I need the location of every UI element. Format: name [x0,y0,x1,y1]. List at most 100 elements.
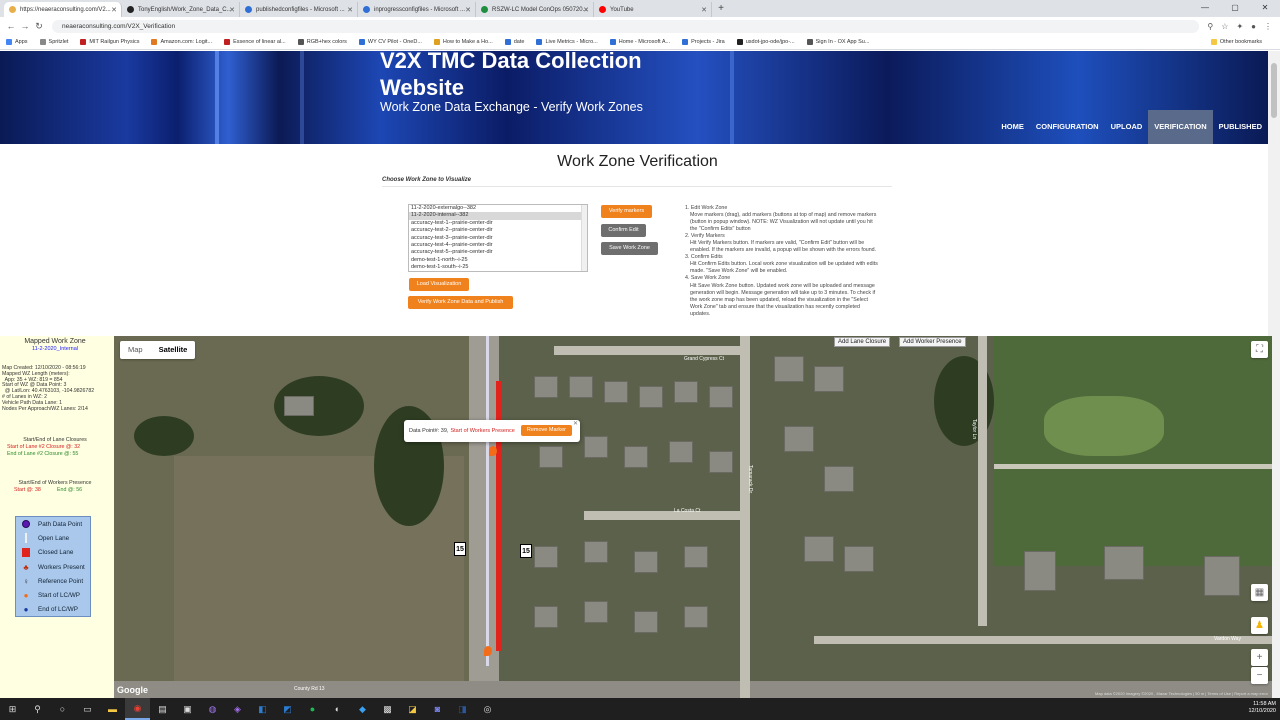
confirm-edit-button[interactable]: Confirm Edit [601,224,646,237]
bookmark-item[interactable]: Sign In - OX App Su... [806,39,870,45]
menu-icon[interactable]: ⋮ [1264,22,1272,31]
teams-icon[interactable]: ◙ [425,698,450,720]
close-icon[interactable]: ✕ [465,6,471,14]
new-tab-icon[interactable]: + [712,2,730,17]
close-icon[interactable]: ✕ [583,6,589,14]
map-type-satellite-button[interactable]: Satellite [151,341,196,359]
windows-start-icon[interactable]: ⊞ [0,698,25,720]
close-icon[interactable]: ✕ [701,6,707,14]
work-zone-option[interactable]: 11-2-2020-internal--382 [409,212,587,220]
browser-tab[interactable]: TonyEnglish/Work_Zone_Data_C... ✕ [122,2,240,17]
work-zone-option[interactable]: accuracy-test-3--prairie-center-dir [409,235,587,242]
file-explorer-icon[interactable]: ▬ [100,698,125,720]
bookmark-item[interactable]: Live Metrics - Micro... [536,39,598,45]
browser-tab[interactable]: publishedconfigfiles - Microsoft ... ✕ [240,2,358,17]
instruction-step-text: Hit Save Work Zone button. Updated work … [690,282,876,317]
nav-upload[interactable]: UPLOAD [1105,110,1149,144]
verify-publish-button[interactable]: Verify Work Zone Data and Publish [408,296,513,309]
vscode-icon[interactable]: ◆ [350,698,375,720]
search-icon[interactable]: ⚲ [25,698,50,720]
work-zone-option[interactable]: 11-2-2020-externalgo--382 [409,205,587,212]
cortana-icon[interactable]: ○ [50,698,75,720]
close-icon[interactable]: ✕ [347,6,353,14]
end-marker[interactable] [484,646,492,656]
word-icon[interactable]: ◨ [450,698,475,720]
app-icon[interactable]: ▩ [375,698,400,720]
work-zone-option[interactable]: demo-test-1-south--i-25 [409,264,587,271]
bookmark-item[interactable]: date [504,39,524,45]
map-type-map-button[interactable]: Map [120,341,151,359]
browser-tab[interactable]: https://neaeraconsulting.com/V2... ✕ [4,2,122,17]
spotify-icon[interactable]: ● [300,698,325,720]
maximize-icon[interactable]: ▢ [1220,0,1250,16]
work-zone-option[interactable]: accuracy-test-1--prairie-center-dir [409,220,587,227]
fullscreen-icon[interactable]: ⛶ [1251,341,1268,358]
browser-tab[interactable]: YouTube ✕ [594,2,712,17]
bookmark-item[interactable]: Projects - Jira [682,39,725,45]
nav-verification[interactable]: VERIFICATION [1148,110,1213,144]
nav-configuration[interactable]: CONFIGURATION [1030,110,1105,144]
close-icon[interactable]: ✕ [229,6,235,14]
close-icon[interactable]: ✕ [573,420,578,427]
bookmark-item[interactable]: Amazon.com: Logit... [151,39,212,45]
start-marker[interactable] [489,446,497,456]
route-shield: 15 [454,542,466,556]
close-icon[interactable]: ✕ [111,6,117,14]
zoom-out-icon[interactable]: − [1251,667,1268,684]
work-zone-option[interactable]: accuracy-test-5--prairie-center-dir [409,249,587,256]
app-icon[interactable]: ◍ [200,698,225,720]
satellite-map[interactable]: 15 15 Grand Cypress Ct La Costa Ct Tamar… [114,336,1272,698]
chrome-icon[interactable]: ◉ [125,698,150,720]
app-icon[interactable]: ◪ [400,698,425,720]
visual-studio-icon[interactable]: ◈ [225,698,250,720]
url-field[interactable]: neaeraconsulting.com/V2X_Verification [52,19,1200,33]
close-window-icon[interactable]: ✕ [1250,0,1280,16]
work-zone-list[interactable]: 11-2-2020-externalgo--382 11-2-2020-inter… [408,204,588,272]
work-zone-option[interactable]: accuracy-test-2--prairie-center-dir [409,227,587,234]
app-icon[interactable]: ◎ [475,698,500,720]
star-icon[interactable]: ☆ [1221,22,1228,31]
work-zone-option[interactable]: accuracy-test-4--prairie-center-dir [409,242,587,249]
browser-tab[interactable]: RSZW-LC Model ConOps 050720... ✕ [476,2,594,17]
add-worker-presence-button[interactable]: Add Worker Presence [899,337,966,347]
forward-icon[interactable]: → [18,21,32,31]
app-icon[interactable]: ▣ [175,698,200,720]
work-zone-option[interactable]: demo-test-1-north--i-25 [409,257,587,264]
verify-markers-button[interactable]: Verify markers [601,205,652,218]
bookmark-item[interactable]: MIT Railgun Physics [80,39,139,45]
bookmark-item[interactable]: RGB+hex colors [297,39,347,45]
app-icon[interactable]: ▤ [150,698,175,720]
reload-icon[interactable]: ↻ [32,21,46,32]
nav-published[interactable]: PUBLISHED [1213,110,1268,144]
bookmark-item[interactable]: Spritzlet [39,39,68,45]
bookmark-item[interactable]: How to Make a Ho... [433,39,493,45]
bookmark-label: Sign In - OX App Su... [815,39,870,45]
other-bookmarks[interactable]: Other bookmarks [1210,39,1262,45]
bookmark-item[interactable]: usdot-jpo-ode/jpo-... [736,39,795,45]
remove-marker-button[interactable]: Remove Marker [520,425,572,436]
profile-icon[interactable]: ● [1251,22,1256,31]
save-work-zone-button[interactable]: Save Work Zone [601,242,658,255]
task-view-icon[interactable]: ▭ [75,698,100,720]
bookmark-item[interactable]: Home - Microsoft A... [609,39,670,45]
zoom-in-icon[interactable]: + [1251,649,1268,666]
bookmark-item[interactable]: WY CV Pilot - OneD... [358,39,422,45]
extensions-icon[interactable]: ✦ [1236,22,1243,31]
bookmark-item[interactable]: Apps [6,39,28,45]
pegman-icon[interactable]: ♟ [1251,617,1268,634]
window-controls: — ▢ ✕ [1190,0,1280,16]
other-bookmarks-label: Other bookmarks [1219,39,1262,45]
browser-tab[interactable]: inprogressconfigfiles - Microsoft ... ✕ [358,2,476,17]
minimize-icon[interactable]: — [1190,0,1220,16]
search-icon[interactable]: ⚲ [1207,22,1213,31]
app-icon[interactable]: ◐ [325,698,350,720]
bookmark-item[interactable]: Essence of linear al... [224,39,286,45]
back-icon[interactable]: ← [4,21,18,31]
app-icon[interactable]: ◩ [275,698,300,720]
outlook-icon[interactable]: ◧ [250,698,275,720]
map-layers-icon[interactable]: ▦ [1251,584,1268,601]
load-visualization-button[interactable]: Load Visualization [409,278,469,291]
system-clock[interactable]: 11:58 AM 12/10/2020 [1248,701,1276,715]
nav-home[interactable]: HOME [995,110,1030,144]
add-lane-closure-button[interactable]: Add Lane Closure [834,337,891,347]
